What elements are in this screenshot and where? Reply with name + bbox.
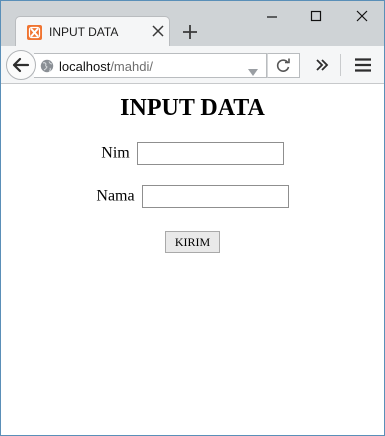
window-close-icon[interactable] xyxy=(348,5,378,27)
tab-strip: INPUT DATA xyxy=(1,1,384,47)
chevrons-right-icon[interactable] xyxy=(311,55,333,75)
url-text: localhost/mahdi/ xyxy=(59,59,153,74)
nama-row: Nama xyxy=(1,185,384,208)
nim-input[interactable] xyxy=(136,142,284,165)
browser-window: INPUT DATA localhost/mahdi/ INPUT DATA N… xyxy=(0,0,385,436)
nama-input[interactable] xyxy=(141,185,289,208)
kirim-button[interactable]: KIRIM xyxy=(165,231,220,253)
reload-button[interactable] xyxy=(267,53,300,78)
url-path: /mahdi/ xyxy=(110,59,153,74)
nim-row: Nim xyxy=(1,142,384,165)
minimize-icon[interactable] xyxy=(257,5,287,27)
back-button[interactable] xyxy=(6,50,36,80)
submit-row: KIRIM xyxy=(1,231,384,253)
back-arrow-icon xyxy=(12,57,30,73)
url-dropdown-icon[interactable] xyxy=(248,63,258,76)
navigation-toolbar: localhost/mahdi/ xyxy=(1,46,384,84)
url-host: localhost xyxy=(59,59,111,74)
globe-icon xyxy=(40,59,54,73)
nama-label: Nama xyxy=(96,187,135,205)
xampp-icon xyxy=(27,25,42,40)
hamburger-menu-icon[interactable] xyxy=(353,56,373,74)
address-bar[interactable]: localhost/mahdi/ xyxy=(34,53,267,78)
new-tab-plus-icon[interactable] xyxy=(181,23,199,41)
reload-icon xyxy=(276,58,290,72)
nim-label: Nim xyxy=(101,144,130,162)
page-title: INPUT DATA xyxy=(120,95,265,121)
tab-input-data[interactable]: INPUT DATA xyxy=(15,16,170,47)
tab-close-icon[interactable] xyxy=(150,23,166,39)
maximize-icon[interactable] xyxy=(301,5,331,27)
toolbar-divider xyxy=(340,54,341,76)
page-content: INPUT DATA Nim Nama KIRIM xyxy=(1,85,384,435)
tab-title: INPUT DATA xyxy=(49,25,119,39)
